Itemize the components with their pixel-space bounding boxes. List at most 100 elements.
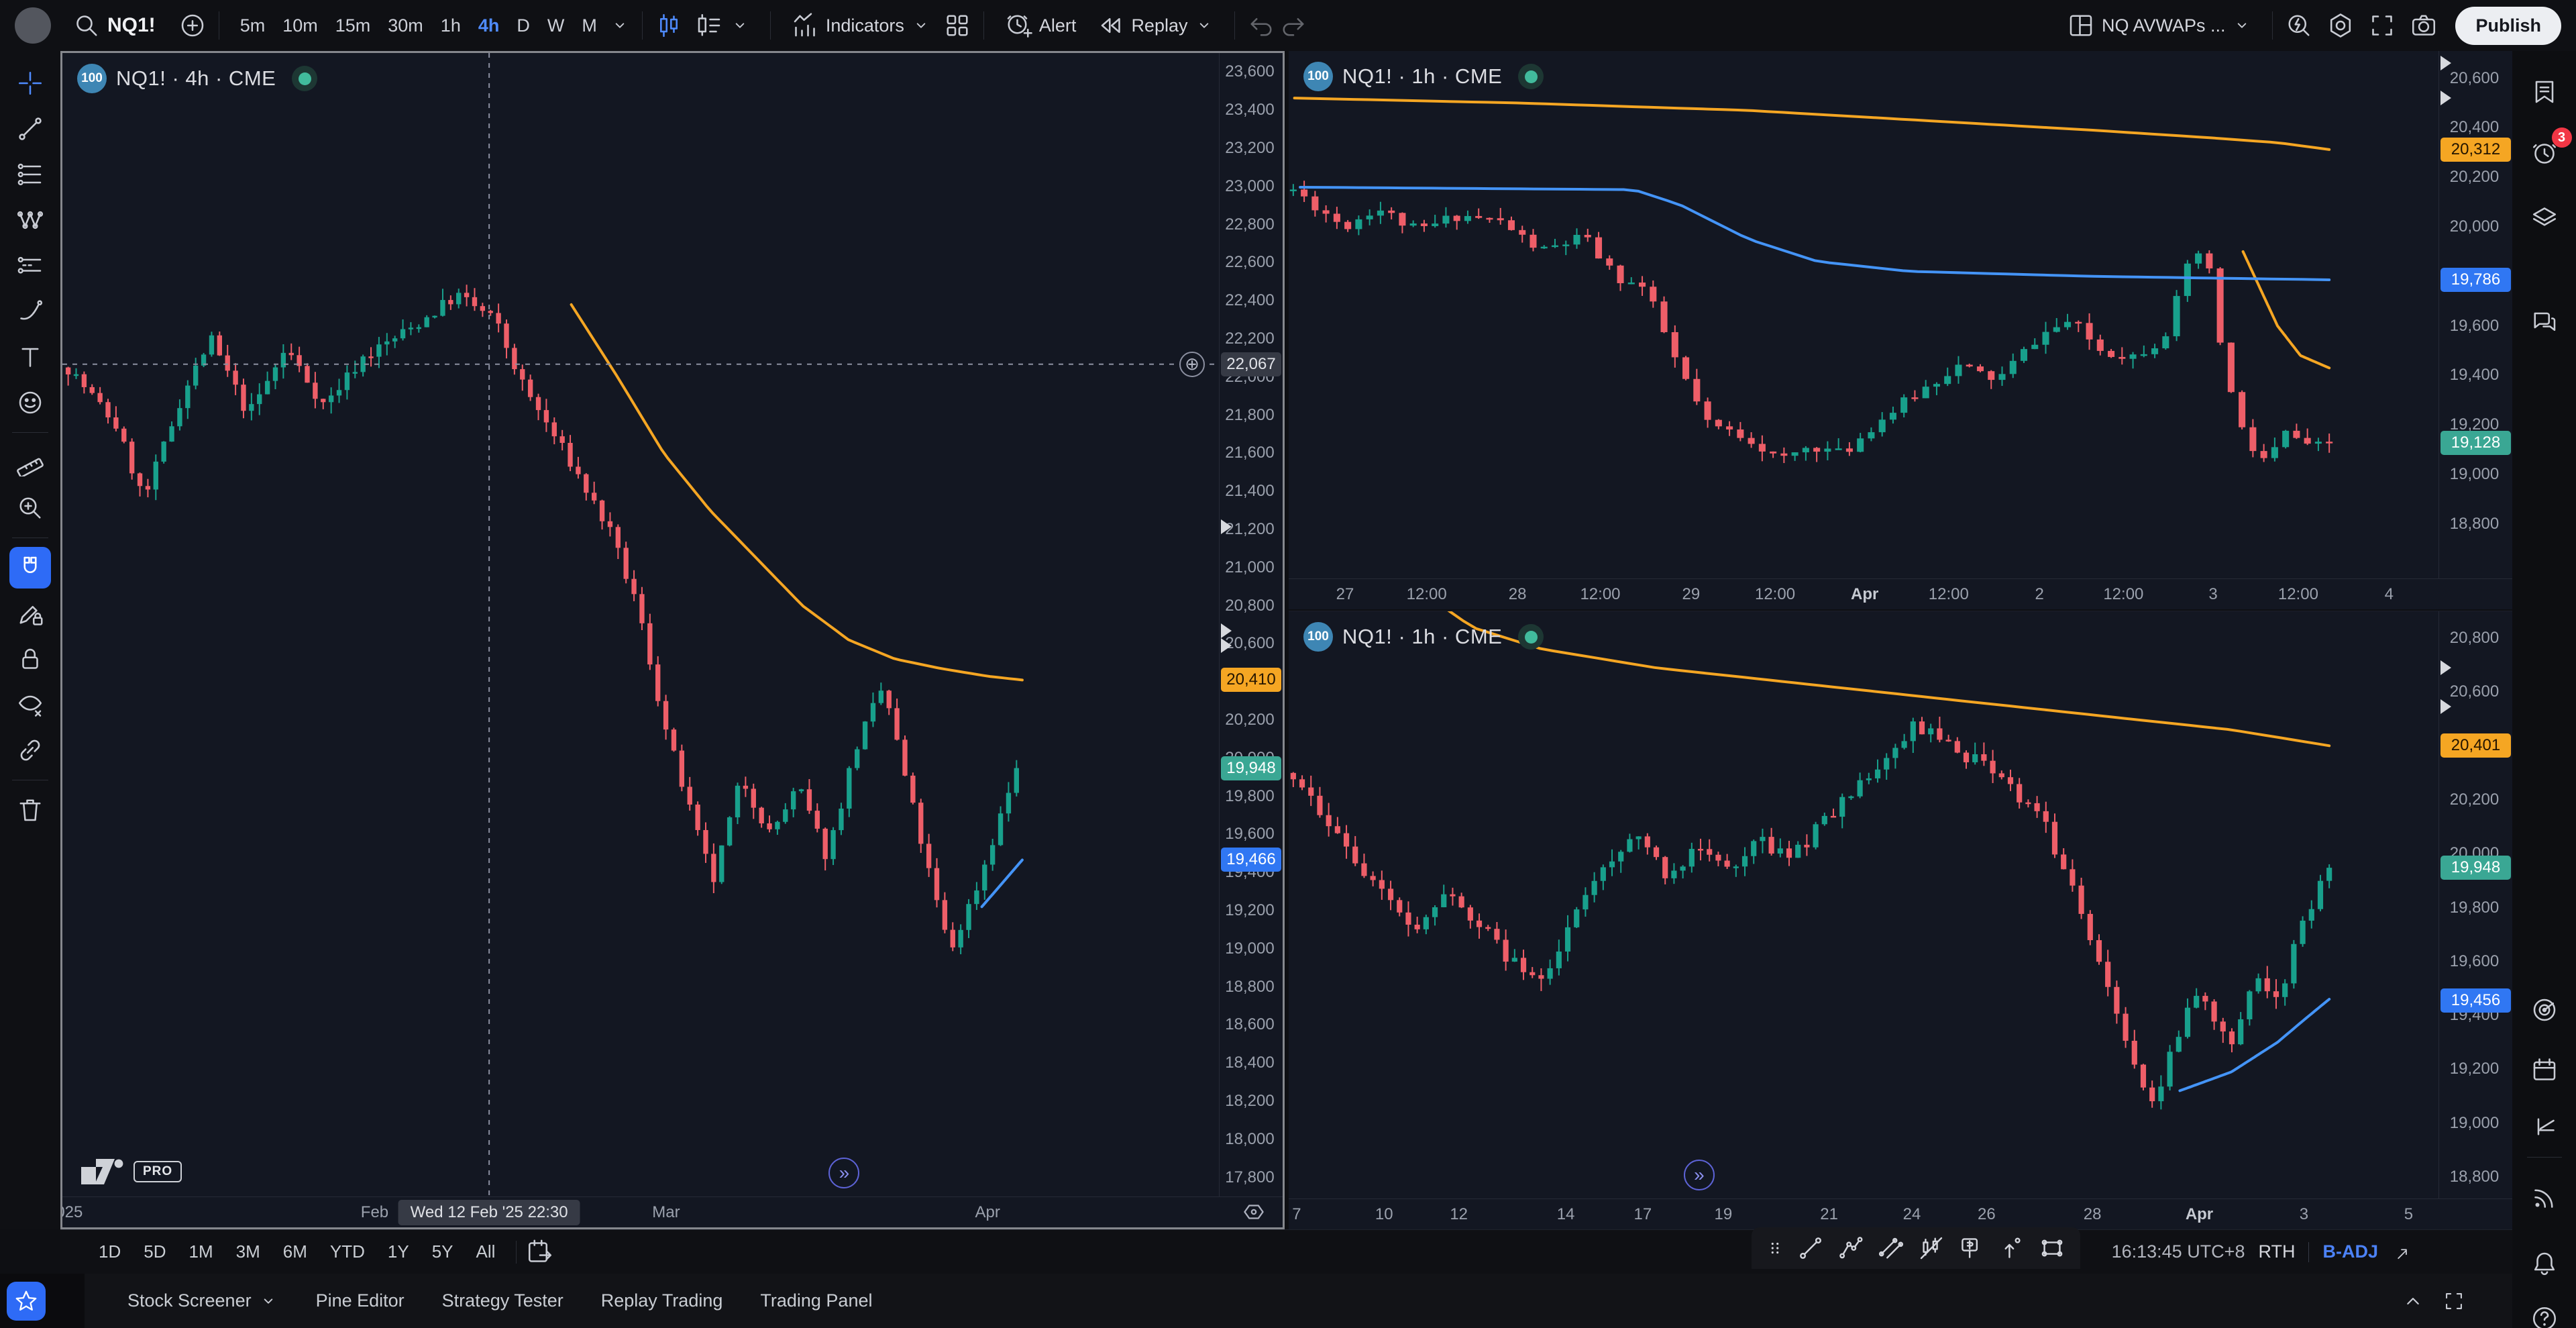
replay-button[interactable]: Replay bbox=[1088, 6, 1222, 45]
xabcd-pattern-tool[interactable] bbox=[9, 199, 51, 241]
interval-10m[interactable]: 10m bbox=[274, 10, 327, 42]
axis-settings-eye-icon[interactable] bbox=[1241, 1199, 1267, 1225]
sidebar-calendar[interactable] bbox=[2524, 1050, 2565, 1091]
chart-header-4h[interactable]: 100 NQ1! · 4h · CME bbox=[77, 64, 317, 93]
publish-button[interactable]: Publish bbox=[2455, 7, 2561, 45]
trend-line-tool[interactable] bbox=[9, 108, 51, 150]
magnet-tool[interactable] bbox=[9, 547, 51, 589]
emoji-tool[interactable] bbox=[9, 382, 51, 423]
clock-time[interactable]: 16:13:45 UTC+8 bbox=[2112, 1241, 2245, 1262]
market-status-dot[interactable] bbox=[1518, 64, 1544, 89]
range-1m[interactable]: 1M bbox=[178, 1236, 225, 1268]
price-axis-4h[interactable]: 23,60023,40023,20023,00022,80022,60022,4… bbox=[1219, 53, 1283, 1196]
sidebar-news-flow[interactable] bbox=[2524, 1177, 2565, 1219]
chart-pane-4h[interactable]: ⊕ 23,60023,40023,20023,00022,80022,60022… bbox=[60, 51, 1285, 1229]
market-status-dot[interactable] bbox=[1518, 624, 1544, 650]
tool-arrow-tool-icon[interactable] bbox=[1998, 1235, 2025, 1262]
tool-polyline-tool-icon[interactable] bbox=[1837, 1235, 1864, 1262]
trend-tool-icon[interactable] bbox=[1797, 1235, 1824, 1262]
zoom-in-tool[interactable] bbox=[9, 487, 51, 529]
interval-15m[interactable]: 15m bbox=[327, 10, 380, 42]
scroll-to-recent-button[interactable]: » bbox=[1684, 1160, 1715, 1190]
tool-pricenote-tool-icon[interactable] bbox=[1958, 1235, 1985, 1262]
chart-plot-1h-top[interactable] bbox=[1289, 51, 2438, 578]
time-axis-4h[interactable]: Wed 12 Feb '25 22:30025FebMarApr bbox=[62, 1196, 1283, 1227]
ruler-tool[interactable] bbox=[9, 442, 51, 483]
sidebar-alerts[interactable]: 3 bbox=[2524, 133, 2565, 174]
interval-30m[interactable]: 30m bbox=[379, 10, 432, 42]
chart-style-candles-icon[interactable] bbox=[655, 11, 683, 40]
interval-W[interactable]: W bbox=[539, 10, 573, 42]
interval-M[interactable]: M bbox=[573, 10, 606, 42]
adjustment-label[interactable]: B-ADJ bbox=[2322, 1241, 2378, 1262]
axis-marker-arrow-icon[interactable] bbox=[1221, 519, 1232, 534]
time-axis-1h-bottom[interactable]: 7101214171921242628Apr35 bbox=[1289, 1198, 2512, 1229]
axis-marker-arrow-icon[interactable] bbox=[2440, 699, 2451, 714]
chart-pane-1h-top[interactable]: 20,60020,40020,20020,00019,80019,60019,4… bbox=[1289, 51, 2512, 609]
sidebar-watchlist[interactable] bbox=[2524, 71, 2565, 113]
snapshot-camera-icon[interactable] bbox=[2410, 11, 2438, 40]
status-tab-stock-screener[interactable]: Stock Screener bbox=[111, 1284, 294, 1318]
indicators-button[interactable]: Indicators bbox=[783, 6, 939, 45]
axis-marker-arrow-icon[interactable] bbox=[1221, 623, 1232, 638]
sidebar-patterns[interactable] bbox=[2524, 1106, 2565, 1147]
tool-parallel-tool-icon[interactable] bbox=[1878, 1235, 1904, 1262]
range-1d[interactable]: 1D bbox=[87, 1236, 132, 1268]
goto-date-icon[interactable] bbox=[526, 1238, 554, 1266]
axis-marker-arrow-icon[interactable] bbox=[2440, 56, 2451, 70]
indicator-templates-icon[interactable] bbox=[943, 11, 971, 40]
price-axis-1h-bottom[interactable]: 20,80020,60020,40020,20020,00019,80019,6… bbox=[2438, 611, 2512, 1198]
fullscreen-icon[interactable] bbox=[2368, 11, 2396, 40]
interval-5m[interactable]: 5m bbox=[231, 10, 274, 42]
undo-icon[interactable] bbox=[1247, 11, 1275, 40]
symbol-search-button[interactable]: NQ1! bbox=[64, 6, 164, 45]
range-3m[interactable]: 3M bbox=[225, 1236, 272, 1268]
alert-button[interactable]: Alert bbox=[996, 6, 1085, 45]
layout-select-button[interactable]: NQ AVWAPs ... bbox=[2059, 6, 2261, 45]
drag-handle-icon[interactable] bbox=[1766, 1235, 1784, 1262]
favorites-star-button[interactable] bbox=[7, 1282, 46, 1321]
time-axis-1h-top[interactable]: 2712:002812:002912:00Apr12:00212:00312:0… bbox=[1289, 578, 2512, 609]
sidebar-help[interactable] bbox=[2524, 1298, 2565, 1328]
user-menu-avatar[interactable] bbox=[15, 7, 51, 44]
text-tool[interactable] bbox=[9, 336, 51, 378]
tradingview-logo[interactable]: PRO bbox=[81, 1159, 182, 1184]
interval-1h[interactable]: 1h bbox=[432, 10, 470, 42]
interval-chevron-icon[interactable] bbox=[610, 15, 630, 36]
expand-corner-icon[interactable] bbox=[2392, 1242, 2412, 1262]
fib-retracement-tool[interactable] bbox=[9, 154, 51, 195]
crosshair-alert-plus-icon[interactable]: ⊕ bbox=[1179, 352, 1205, 377]
brush-tool[interactable] bbox=[9, 291, 51, 332]
lock-drawings-tool[interactable] bbox=[9, 638, 51, 680]
hide-drawings-tool[interactable] bbox=[9, 684, 51, 725]
compare-add-icon[interactable] bbox=[178, 11, 207, 40]
chart-header-1h-top[interactable]: 100 NQ1! · 1h · CME bbox=[1303, 62, 1544, 91]
quick-search-icon[interactable] bbox=[2285, 11, 2313, 40]
redo-icon[interactable] bbox=[1279, 11, 1307, 40]
tool-rect-tool-icon[interactable] bbox=[2039, 1235, 2065, 1262]
chart-header-1h-bottom[interactable]: 100 NQ1! · 1h · CME bbox=[1303, 622, 1544, 652]
range-5d[interactable]: 5D bbox=[132, 1236, 177, 1268]
axis-marker-arrow-icon[interactable] bbox=[1221, 638, 1232, 653]
panel-expand-chevron-icon[interactable] bbox=[2401, 1289, 2425, 1313]
drawing-mode-tool[interactable] bbox=[9, 593, 51, 634]
panel-fullscreen-icon[interactable] bbox=[2443, 1290, 2465, 1313]
sidebar-notifications[interactable] bbox=[2524, 1243, 2565, 1284]
axis-marker-arrow-icon[interactable] bbox=[2440, 660, 2451, 675]
bar-style-button[interactable] bbox=[687, 6, 758, 45]
chart-settings-icon[interactable] bbox=[2326, 11, 2355, 40]
axis-marker-arrow-icon[interactable] bbox=[2440, 91, 2451, 105]
sidebar-ideas[interactable] bbox=[2524, 989, 2565, 1031]
interval-D[interactable]: D bbox=[508, 10, 539, 42]
sync-drawings-tool[interactable] bbox=[9, 729, 51, 771]
crosshair-tool[interactable] bbox=[9, 62, 51, 104]
range-5y[interactable]: 5Y bbox=[421, 1236, 465, 1268]
tool-barpattern-tool-icon[interactable] bbox=[1918, 1235, 1945, 1262]
range-ytd[interactable]: YTD bbox=[319, 1236, 376, 1268]
position-tool[interactable] bbox=[9, 245, 51, 287]
interval-4h[interactable]: 4h bbox=[470, 10, 508, 42]
range-1y[interactable]: 1Y bbox=[376, 1236, 421, 1268]
sidebar-chat[interactable] bbox=[2524, 301, 2565, 342]
sidebar-object-tree[interactable] bbox=[2524, 195, 2565, 236]
chart-plot-4h[interactable]: ⊕ bbox=[62, 53, 1219, 1196]
